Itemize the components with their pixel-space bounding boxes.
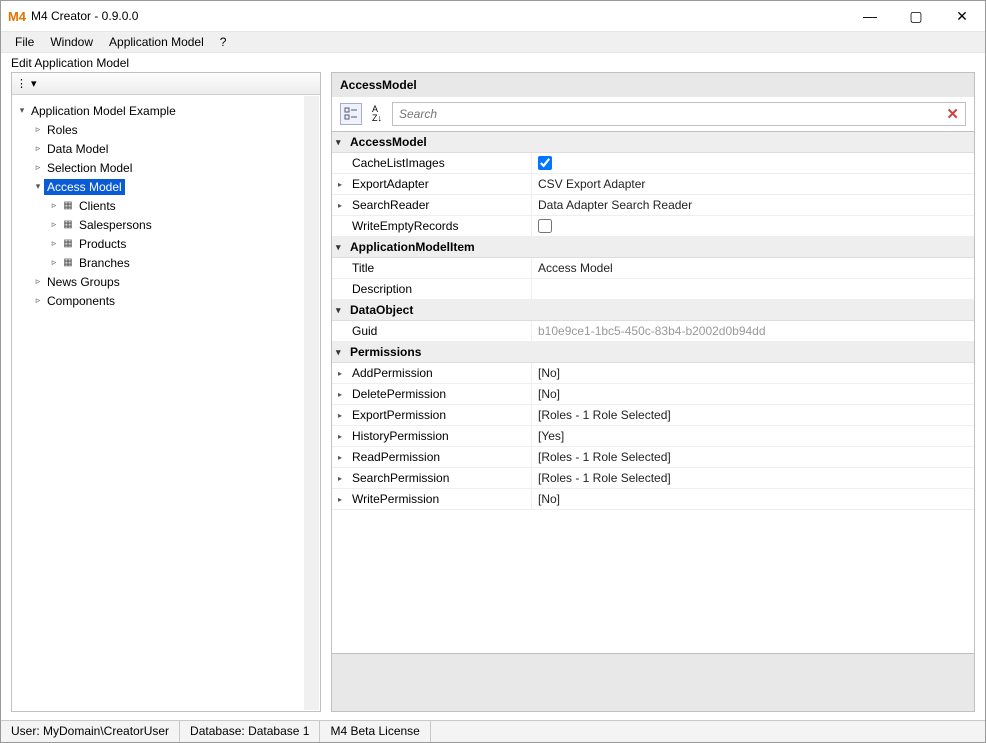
expand-icon[interactable]: ▸ (338, 390, 352, 399)
expand-icon[interactable]: ▹ (32, 276, 44, 287)
window-buttons: — ▢ ✕ (847, 1, 985, 31)
expand-icon[interactable]: ▹ (48, 200, 60, 211)
expand-icon[interactable]: ▹ (48, 219, 60, 230)
collapse-icon[interactable]: ▾ (336, 305, 350, 316)
app-icon: M4 (9, 8, 25, 24)
status-user: User: MyDomain\CreatorUser (1, 721, 180, 742)
collapse-icon[interactable]: ▾ (336, 137, 350, 148)
menubar: File Window Application Model ? (1, 31, 985, 53)
tree-node-components[interactable]: ▹ Components (12, 291, 320, 310)
cache-list-images-checkbox[interactable] (538, 156, 552, 170)
prop-read-permission[interactable]: ▸ReadPermission [Roles - 1 Role Selected… (332, 447, 974, 468)
status-license: M4 Beta License (320, 721, 430, 742)
view-body: ⋮ ▾ ▾ Application Model Example ▹ Roles … (1, 72, 985, 720)
expand-icon[interactable]: ▾ (16, 105, 28, 116)
expand-icon[interactable]: ▹ (48, 238, 60, 249)
expand-icon[interactable]: ▹ (48, 257, 60, 268)
search-input[interactable] (399, 107, 946, 121)
expand-icon[interactable]: ▹ (32, 295, 44, 306)
tree[interactable]: ▾ Application Model Example ▹ Roles ▹ Da… (12, 95, 320, 711)
tree-node-access-model[interactable]: ▾ Access Model (12, 177, 320, 196)
table-icon: ▦ (60, 238, 76, 249)
expand-icon[interactable]: ▸ (338, 180, 352, 189)
expand-icon[interactable]: ▸ (338, 495, 352, 504)
window-title: M4 Creator - 0.9.0.0 (31, 9, 847, 23)
tree-node-products[interactable]: ▹ ▦ Products (12, 234, 320, 253)
tree-node-clients[interactable]: ▹ ▦ Clients (12, 196, 320, 215)
expand-icon[interactable]: ▸ (338, 432, 352, 441)
status-database: Database: Database 1 (180, 721, 320, 742)
prop-delete-permission[interactable]: ▸DeletePermission [No] (332, 384, 974, 405)
table-icon: ▦ (60, 219, 76, 230)
titlebar: M4 M4 Creator - 0.9.0.0 — ▢ ✕ (1, 1, 985, 31)
prop-title[interactable]: Title Access Model (332, 258, 974, 279)
category-data-object[interactable]: ▾ DataObject (332, 300, 974, 321)
tree-node-branches[interactable]: ▹ ▦ Branches (12, 253, 320, 272)
prop-history-permission[interactable]: ▸HistoryPermission [Yes] (332, 426, 974, 447)
category-access-model[interactable]: ▾ AccessModel (332, 132, 974, 153)
expand-icon[interactable]: ▸ (338, 369, 352, 378)
collapse-icon[interactable]: ▾ (336, 242, 350, 253)
tree-node-data-model[interactable]: ▹ Data Model (12, 139, 320, 158)
expand-icon[interactable]: ▹ (32, 124, 44, 135)
tree-toolbar: ⋮ ▾ (12, 73, 320, 95)
collapse-icon[interactable]: ▾ (32, 181, 44, 192)
tree-node-salespersons[interactable]: ▹ ▦ Salespersons (12, 215, 320, 234)
toolbar-grip-icon: ⋮ (16, 77, 29, 90)
expand-icon[interactable]: ▸ (338, 474, 352, 483)
tree-node-root[interactable]: ▾ Application Model Example (12, 101, 320, 120)
sort-az-button[interactable]: AZ↓ (366, 103, 388, 125)
menu-application-model[interactable]: Application Model (101, 35, 212, 49)
tree-node-news-groups[interactable]: ▹ News Groups (12, 272, 320, 291)
prop-description[interactable]: Description (332, 279, 974, 300)
write-empty-records-checkbox[interactable] (538, 219, 552, 233)
menu-file[interactable]: File (7, 35, 42, 49)
property-description-area (331, 654, 975, 712)
category-application-model-item[interactable]: ▾ ApplicationModelItem (332, 237, 974, 258)
categorize-icon (344, 107, 358, 121)
workspace: Edit Application Model ⋮ ▾ ▾ Application… (1, 53, 985, 720)
prop-guid[interactable]: Guid b10e9ce1-1bc5-450c-83b4-b2002d0b94d… (332, 321, 974, 342)
property-grid: ▾ AccessModel CacheListImages ▸ExportAda… (331, 131, 975, 654)
prop-write-empty-records[interactable]: WriteEmptyRecords (332, 216, 974, 237)
prop-search-reader[interactable]: ▸SearchReader Data Adapter Search Reader (332, 195, 974, 216)
expand-icon[interactable]: ▸ (338, 453, 352, 462)
statusbar: User: MyDomain\CreatorUser Database: Dat… (1, 720, 985, 742)
expand-icon[interactable]: ▸ (338, 201, 352, 210)
expand-icon[interactable]: ▸ (338, 411, 352, 420)
menu-help[interactable]: ? (212, 35, 235, 49)
tree-node-selection-model[interactable]: ▹ Selection Model (12, 158, 320, 177)
search-box[interactable]: ✕ (392, 102, 966, 126)
toolbar-dropdown-button[interactable]: ▾ (31, 77, 37, 90)
prop-add-permission[interactable]: ▸AddPermission [No] (332, 363, 974, 384)
close-button[interactable]: ✕ (939, 1, 985, 31)
property-pane: AccessModel AZ↓ ✕ ▾ (331, 72, 975, 712)
prop-cache-list-images[interactable]: CacheListImages (332, 153, 974, 174)
expand-icon[interactable]: ▹ (32, 162, 44, 173)
property-header: AccessModel (331, 72, 975, 97)
table-icon: ▦ (60, 200, 76, 211)
categorize-button[interactable] (340, 103, 362, 125)
tree-node-roles[interactable]: ▹ Roles (12, 120, 320, 139)
maximize-button[interactable]: ▢ (893, 1, 939, 31)
table-icon: ▦ (60, 257, 76, 268)
minimize-button[interactable]: — (847, 1, 893, 31)
scrollbar[interactable] (304, 96, 319, 710)
view-title: Edit Application Model (1, 53, 985, 72)
property-toolbar: AZ↓ ✕ (331, 97, 975, 131)
category-permissions[interactable]: ▾ Permissions (332, 342, 974, 363)
prop-write-permission[interactable]: ▸WritePermission [No] (332, 489, 974, 510)
clear-search-icon[interactable]: ✕ (946, 105, 959, 123)
prop-search-permission[interactable]: ▸SearchPermission [Roles - 1 Role Select… (332, 468, 974, 489)
collapse-icon[interactable]: ▾ (336, 347, 350, 358)
menu-window[interactable]: Window (42, 35, 101, 49)
prop-export-adapter[interactable]: ▸ExportAdapter CSV Export Adapter (332, 174, 974, 195)
expand-icon[interactable]: ▹ (32, 143, 44, 154)
prop-export-permission[interactable]: ▸ExportPermission [Roles - 1 Role Select… (332, 405, 974, 426)
tree-pane: ⋮ ▾ ▾ Application Model Example ▹ Roles … (11, 72, 321, 712)
